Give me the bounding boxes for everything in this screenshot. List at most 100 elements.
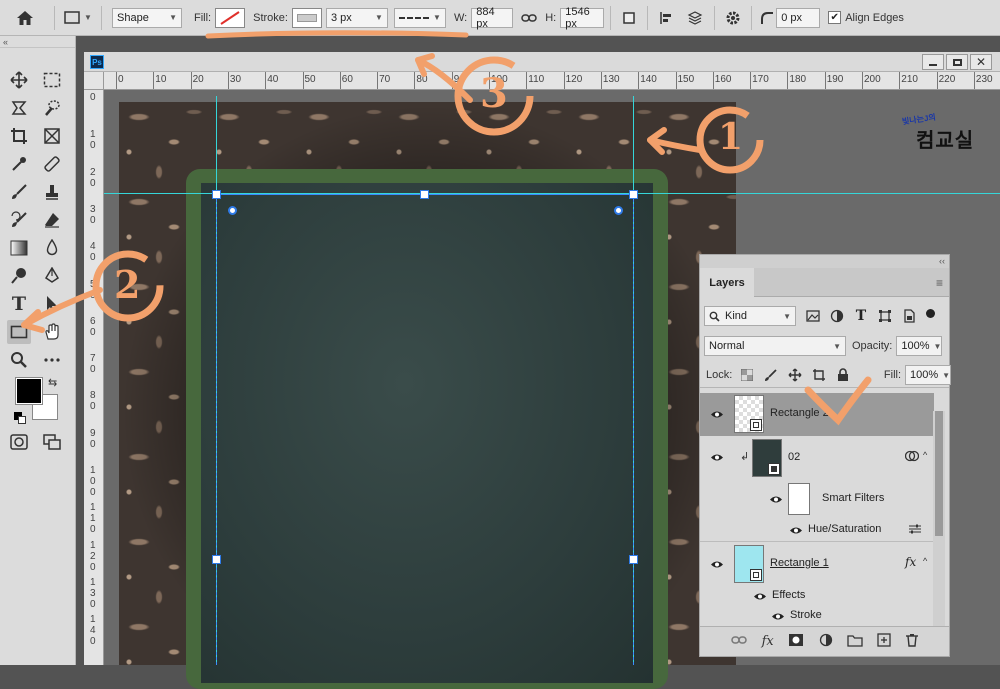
- eye-icon[interactable]: [709, 451, 725, 463]
- gradient-tool-icon[interactable]: [7, 236, 31, 260]
- transform-handle-top-right[interactable]: [629, 190, 638, 199]
- lock-position-icon[interactable]: [786, 366, 804, 384]
- stroke-type-select[interactable]: ▼: [393, 7, 446, 28]
- filter-shape-icon[interactable]: [876, 307, 894, 325]
- ruler-corner[interactable]: [84, 72, 104, 90]
- close-button[interactable]: ✕: [970, 54, 992, 70]
- default-colors-icon[interactable]: [14, 412, 26, 424]
- align-edges-checkbox[interactable]: ✔: [828, 11, 842, 24]
- layer-row-02[interactable]: ↲ 02 ^: [700, 436, 934, 479]
- path-alignment-icon[interactable]: [654, 11, 678, 25]
- lock-artboard-icon[interactable]: [810, 366, 828, 384]
- layer-row-rectangle-2[interactable]: Rectangle 2: [700, 393, 934, 436]
- expand-arrow-icon[interactable]: ^: [923, 556, 927, 566]
- history-brush-tool-icon[interactable]: [7, 208, 31, 232]
- move-tool-icon[interactable]: [7, 68, 31, 92]
- fill-swatch[interactable]: [215, 7, 246, 28]
- quick-selection-tool-icon[interactable]: [40, 96, 64, 120]
- new-group-icon[interactable]: [847, 634, 863, 650]
- more-tools-icon[interactable]: [40, 348, 64, 372]
- panel-menu-icon[interactable]: ≡: [936, 276, 943, 290]
- marquee-tool-icon[interactable]: [40, 68, 64, 92]
- eye-icon[interactable]: [752, 590, 768, 602]
- filter-type-icon[interactable]: T: [852, 307, 870, 325]
- filter-adjustment-icon[interactable]: [828, 307, 846, 325]
- chalkboard-rectangle[interactable]: [201, 183, 653, 683]
- transform-handle-middle-left[interactable]: [212, 555, 221, 564]
- toolbar-collapse-button[interactable]: «: [0, 36, 75, 48]
- effects-row[interactable]: Effects: [700, 586, 934, 606]
- filter-kind-select[interactable]: Kind ▼: [704, 306, 796, 326]
- healing-brush-tool-icon[interactable]: [40, 152, 64, 176]
- path-operations-icon[interactable]: [617, 11, 641, 25]
- filter-toggle[interactable]: [926, 308, 935, 318]
- rectangle-tool-preset-icon[interactable]: ▼: [61, 11, 95, 24]
- quick-mask-icon[interactable]: [7, 430, 31, 454]
- zoom-tool-icon[interactable]: [7, 348, 31, 372]
- filter-row-hue-saturation[interactable]: Hue/Saturation: [700, 519, 934, 541]
- opacity-input[interactable]: 100% ▼: [896, 336, 943, 356]
- transform-handle-top-left[interactable]: [212, 190, 221, 199]
- hand-tool-icon[interactable]: [40, 320, 64, 344]
- transform-handle-top-center[interactable]: [420, 190, 429, 199]
- stamp-tool-icon[interactable]: [40, 180, 64, 204]
- link-layers-icon[interactable]: [731, 635, 747, 648]
- height-input[interactable]: 1546 px: [560, 6, 605, 30]
- tab-layers[interactable]: Layers: [700, 268, 754, 297]
- layer-effects-icon[interactable]: fx: [905, 555, 916, 569]
- eye-icon[interactable]: [768, 493, 784, 505]
- smart-filters-row[interactable]: Smart Filters: [700, 479, 934, 519]
- new-layer-icon[interactable]: [877, 633, 892, 650]
- frame-tool-icon[interactable]: [40, 124, 64, 148]
- lock-pixels-icon[interactable]: [762, 366, 780, 384]
- corner-radius-handle-right[interactable]: [614, 206, 623, 215]
- width-input[interactable]: 884 px: [471, 6, 514, 30]
- corner-radius-input[interactable]: 0 px: [776, 7, 821, 28]
- pen-tool-icon[interactable]: [40, 264, 64, 288]
- dodge-tool-icon[interactable]: [7, 264, 31, 288]
- layers-scrollbar[interactable]: [933, 411, 945, 631]
- rectangle-tool-icon[interactable]: [7, 320, 31, 344]
- brush-tool-icon[interactable]: [7, 180, 31, 204]
- filter-options-icon[interactable]: [908, 524, 922, 537]
- fill-input[interactable]: 100% ▼: [905, 365, 952, 385]
- corner-radius-handle-left[interactable]: [228, 206, 237, 215]
- lasso-tool-icon[interactable]: [7, 96, 31, 120]
- type-tool-icon[interactable]: T: [7, 292, 31, 316]
- path-arrangement-icon[interactable]: [682, 10, 708, 26]
- scrollbar-thumb[interactable]: [935, 411, 943, 536]
- stroke-width-input[interactable]: 3 px ▼: [325, 7, 388, 28]
- smart-filter-icon[interactable]: [904, 450, 920, 465]
- path-selection-tool-icon[interactable]: [40, 292, 64, 316]
- link-icon[interactable]: [517, 13, 541, 23]
- transform-handle-middle-right[interactable]: [629, 555, 638, 564]
- eye-icon[interactable]: [709, 558, 725, 570]
- add-mask-icon[interactable]: [788, 633, 804, 650]
- eye-icon[interactable]: [770, 610, 786, 622]
- vertical-ruler[interactable]: 0 1 0 2 0 3 0 4 0 5 0 6 0 7 0 8 0 9 0 1 0 0 1 1 0 1 …: [84, 90, 104, 665]
- delete-layer-icon[interactable]: [905, 633, 918, 650]
- filter-pixel-icon[interactable]: [804, 307, 822, 325]
- maximize-button[interactable]: [946, 54, 968, 70]
- swap-colors-icon[interactable]: ⇆: [48, 376, 57, 389]
- gear-icon[interactable]: [721, 10, 745, 26]
- lock-all-icon[interactable]: [834, 366, 852, 384]
- tool-mode-select[interactable]: Shape ▼: [112, 7, 182, 28]
- layer-row-rectangle-1[interactable]: Rectangle 1 fx ^: [700, 542, 934, 586]
- expand-arrow-icon[interactable]: ^: [923, 450, 927, 460]
- lock-transparent-icon[interactable]: [738, 366, 756, 384]
- effect-row-stroke[interactable]: Stroke: [700, 606, 934, 626]
- crop-tool-icon[interactable]: [7, 124, 31, 148]
- minimize-button[interactable]: [922, 54, 944, 70]
- stroke-swatch[interactable]: [291, 7, 322, 28]
- eyedropper-tool-icon[interactable]: [7, 152, 31, 176]
- foreground-color-swatch[interactable]: [15, 377, 43, 405]
- eraser-tool-icon[interactable]: [40, 208, 64, 232]
- panel-collapse-button[interactable]: ‹‹: [700, 255, 949, 268]
- new-adjustment-layer-icon[interactable]: [819, 633, 833, 650]
- home-icon[interactable]: [10, 3, 40, 33]
- blend-mode-select[interactable]: Normal ▼: [704, 336, 846, 356]
- blur-tool-icon[interactable]: [40, 236, 64, 260]
- add-layer-style-icon[interactable]: fx: [762, 634, 774, 649]
- eye-icon[interactable]: [788, 524, 804, 536]
